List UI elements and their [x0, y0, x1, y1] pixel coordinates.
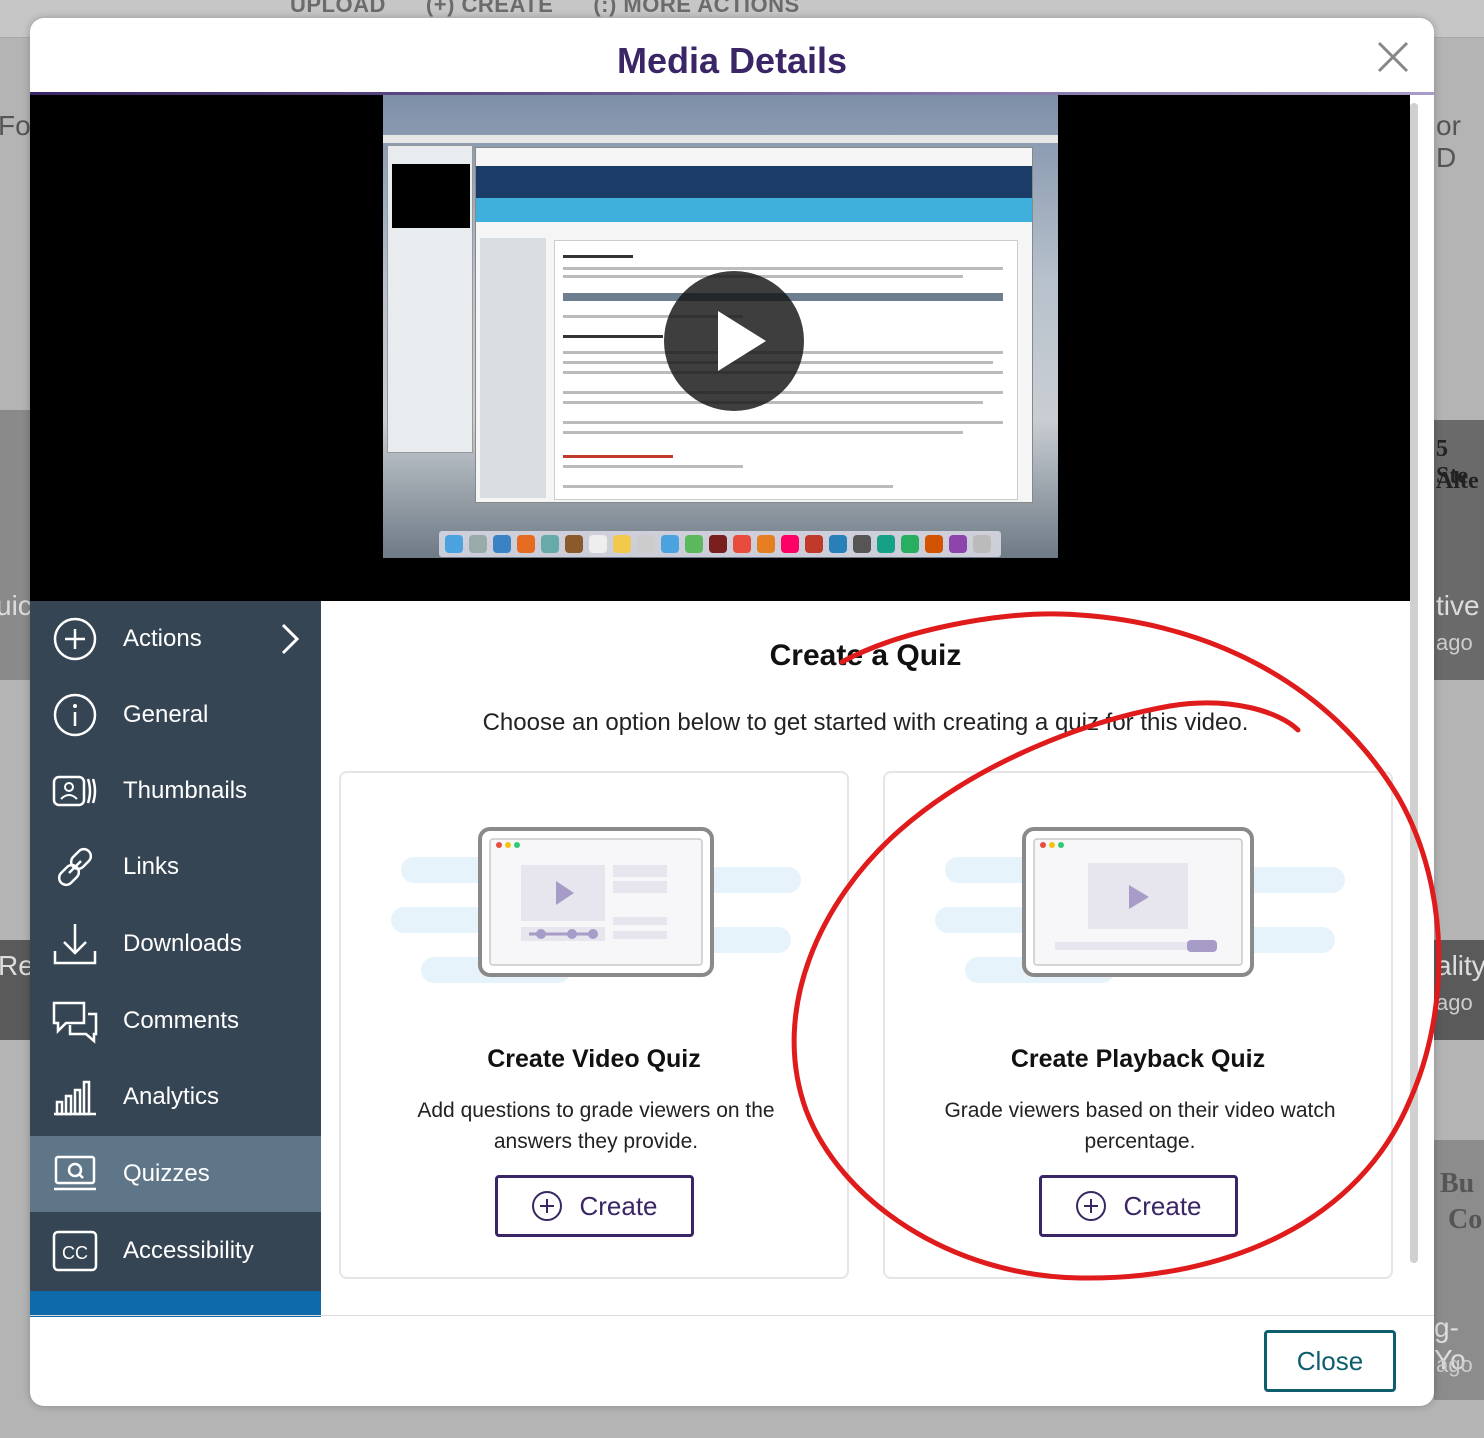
- bg-text-uic: uic: [0, 590, 32, 621]
- sidebar-item-actions[interactable]: Actions: [30, 601, 321, 677]
- thumbnails-icon: [52, 768, 98, 814]
- create-video-quiz-button[interactable]: Create: [495, 1175, 694, 1237]
- sidebar-footer: [30, 1291, 321, 1317]
- card-title: Create Playback Quiz: [1010, 1045, 1266, 1073]
- quiz-icon: [52, 1151, 98, 1197]
- bg-text-tive: tive: [1436, 590, 1480, 621]
- video-dock: [439, 531, 1001, 557]
- media-details-modal: Media Details Actions General Thumbnails…: [30, 18, 1434, 1406]
- quiz-subtitle: Choose an option below to get started wi…: [482, 709, 1249, 736]
- bg-create-label: (+) CREATE: [425, 0, 554, 17]
- bg-text-or-d: or D: [1436, 110, 1461, 173]
- card-title: Create Video Quiz: [487, 1045, 701, 1073]
- sidebar-item-general[interactable]: General: [30, 677, 321, 753]
- bg-text-re: Re: [0, 950, 34, 981]
- sidebar-item-label: Downloads: [123, 930, 242, 957]
- download-icon: [52, 921, 98, 967]
- sidebar-item-label: Quizzes: [123, 1160, 210, 1187]
- video-quiz-card: Create Video Quiz Add questions to grade…: [339, 771, 849, 1279]
- playback-quiz-illustration: [935, 827, 1345, 1017]
- play-button[interactable]: [664, 271, 804, 411]
- bg-upload-label: UPLOAD: [290, 0, 386, 17]
- bg-text-ago-3: ago: [1436, 1352, 1473, 1377]
- card-description: Add questions to grade viewers on the an…: [417, 1099, 775, 1153]
- cc-icon: CC: [52, 1228, 98, 1274]
- card-description: Grade viewers based on their video watch…: [944, 1099, 1336, 1153]
- sidebar-item-label: Actions: [123, 625, 202, 652]
- plus-circle-icon: [1076, 1191, 1107, 1221]
- sidebar-item-comments[interactable]: Comments: [30, 983, 321, 1059]
- sidebar-item-label: Thumbnails: [123, 777, 248, 804]
- video-frame: [383, 95, 1058, 558]
- bg-text-ality: ality: [1436, 950, 1484, 981]
- modal-scrollbar[interactable]: [1410, 103, 1418, 1263]
- bg-text-bu: Bu: [1440, 1168, 1475, 1199]
- footer-divider: [30, 1315, 1434, 1316]
- quiz-title: Create a Quiz: [769, 639, 962, 672]
- sidebar-item-label: Accessibility: [123, 1237, 254, 1264]
- details-sidebar: Actions General Thumbnails Links Downloa…: [30, 601, 321, 1317]
- bg-text-ago-2: ago: [1436, 990, 1473, 1015]
- analytics-icon: [52, 1074, 98, 1120]
- bg-text-alte: Alte: [1436, 468, 1479, 494]
- sidebar-item-downloads[interactable]: Downloads: [30, 906, 321, 982]
- bg-text-co: Co: [1448, 1204, 1483, 1235]
- sidebar-item-label: General: [123, 701, 209, 728]
- video-player[interactable]: [30, 95, 1410, 601]
- sidebar-item-accessibility[interactable]: CC Accessibility: [30, 1213, 321, 1289]
- close-icon[interactable]: [1376, 40, 1410, 74]
- sidebar-item-links[interactable]: Links: [30, 829, 321, 905]
- sidebar-item-label: Links: [123, 853, 180, 880]
- plus-circle-icon: [532, 1191, 563, 1221]
- sidebar-item-analytics[interactable]: Analytics: [30, 1059, 321, 1135]
- sidebar-item-thumbnails[interactable]: Thumbnails: [30, 753, 321, 829]
- play-icon: [718, 311, 766, 371]
- comments-icon: [52, 998, 98, 1044]
- link-icon: [52, 844, 98, 890]
- create-playback-quiz-button[interactable]: Create: [1039, 1175, 1238, 1237]
- video-quiz-illustration: [391, 827, 801, 1017]
- svg-text:CC: CC: [62, 1243, 88, 1263]
- playback-quiz-card: Create Playback Quiz Grade viewers based…: [883, 771, 1393, 1279]
- create-button-label: Create: [1123, 1190, 1202, 1221]
- chevron-right-icon: [278, 621, 302, 657]
- bg-text-ago-1: ago: [1436, 630, 1473, 655]
- sidebar-item-label: Analytics: [123, 1083, 220, 1110]
- info-icon: [52, 692, 98, 738]
- create-button-label: Create: [579, 1190, 658, 1221]
- sidebar-item-label: Comments: [123, 1007, 240, 1034]
- video-collab-window: [387, 145, 473, 453]
- sidebar-item-quizzes[interactable]: Quizzes: [30, 1136, 321, 1212]
- modal-title: Media Details: [616, 40, 848, 81]
- close-button[interactable]: Close: [1264, 1330, 1396, 1392]
- modal-content: Actions General Thumbnails Links Downloa…: [30, 95, 1434, 1335]
- bg-thumbnail-left: [0, 410, 30, 680]
- bg-more-actions-label: (:) MORE ACTIONS: [593, 0, 800, 17]
- plus-circle-icon: [52, 616, 98, 662]
- video-menubar: [383, 135, 1058, 143]
